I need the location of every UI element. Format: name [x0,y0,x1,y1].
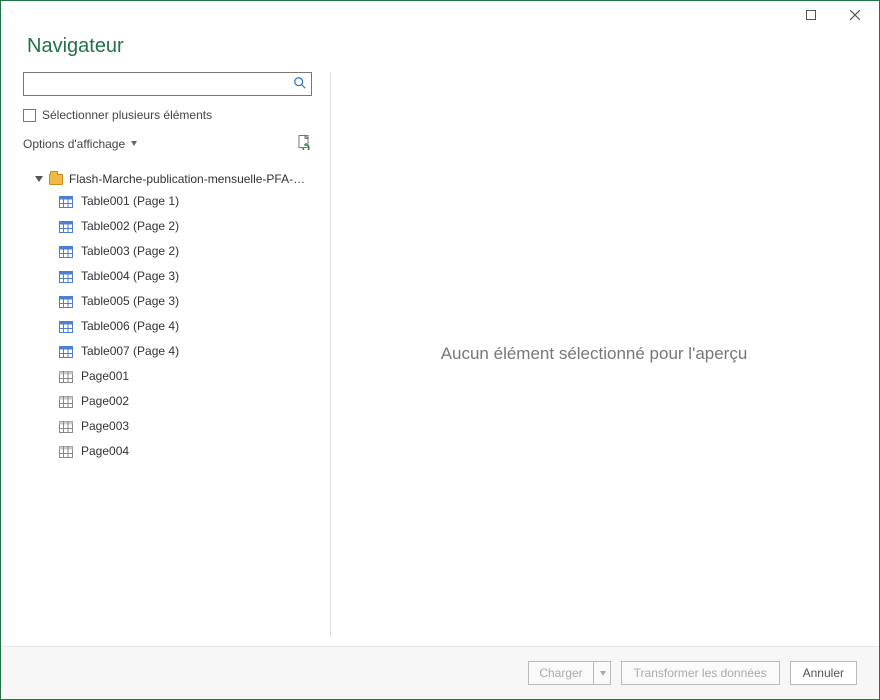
dialog-footer: Charger Transformer les données Annuler [1,646,879,699]
page-table-icon [59,396,73,408]
tree-item-label: Table006 (Page 4) [81,318,179,335]
refresh-button[interactable] [296,134,312,153]
search-icon[interactable] [293,76,307,93]
maximize-icon [806,10,816,20]
table-icon [59,271,73,283]
tree-item[interactable]: Table007 (Page 4) [23,339,312,364]
tree-item-label: Page004 [81,443,129,460]
load-button-main[interactable]: Charger [528,661,592,685]
close-button[interactable] [833,1,877,29]
multiselect-label: Sélectionner plusieurs éléments [42,108,212,122]
tree-root-label: Flash-Marche-publication-mensuelle-PFA-0… [69,172,309,186]
tree-item[interactable]: Page004 [23,439,312,464]
display-options-dropdown[interactable]: Options d'affichage [23,137,137,151]
tree-children: Table001 (Page 1) Table002 (Page 2) Table0… [23,189,312,464]
navigator-dialog: Navigateur Sélectionner plusieurs élémen… [0,0,880,700]
table-icon [59,221,73,233]
table-icon [59,296,73,308]
tree-item[interactable]: Table003 (Page 2) [23,239,312,264]
display-options-row: Options d'affichage [23,132,312,155]
navigator-tree: Flash-Marche-publication-mensuelle-PFA-0… [23,165,312,626]
display-options-label: Options d'affichage [23,137,125,151]
table-icon [59,246,73,258]
tree-item[interactable]: Page002 [23,389,312,414]
tree-item-label: Table001 (Page 1) [81,193,179,210]
tree-item-label: Table004 (Page 3) [81,268,179,285]
page-table-icon [59,446,73,458]
tree-root[interactable]: Flash-Marche-publication-mensuelle-PFA-0… [23,169,312,189]
dialog-title: Navigateur [1,29,879,72]
maximize-button[interactable] [789,1,833,29]
page-table-icon [59,371,73,383]
load-button-label: Charger [539,666,582,680]
table-icon [59,196,73,208]
load-button[interactable]: Charger [528,661,610,685]
tree-item-label: Table003 (Page 2) [81,243,179,260]
tree-item-label: Page003 [81,418,129,435]
cancel-button-label: Annuler [803,666,844,680]
tree-item[interactable]: Table001 (Page 1) [23,189,312,214]
tree-item[interactable]: Table004 (Page 3) [23,264,312,289]
chevron-down-icon [600,671,606,676]
cancel-button[interactable]: Annuler [790,661,857,685]
load-button-dropdown[interactable] [593,661,611,685]
preview-empty-message: Aucun élément sélectionné pour l'aperçu [441,344,748,364]
tree-item-label: Table002 (Page 2) [81,218,179,235]
tree-item[interactable]: Page001 [23,364,312,389]
search-input[interactable] [23,72,312,96]
tree-item-label: Page001 [81,368,129,385]
navigator-panel: Sélectionner plusieurs éléments Options … [23,72,331,636]
multiselect-checkbox[interactable] [23,109,36,122]
dialog-body: Sélectionner plusieurs éléments Options … [1,72,879,646]
folder-icon [49,174,63,185]
transform-button-label: Transformer les données [634,666,767,680]
tree-item[interactable]: Table002 (Page 2) [23,214,312,239]
expander-icon[interactable] [35,176,43,182]
tree-item-label: Table007 (Page 4) [81,343,179,360]
transform-button[interactable]: Transformer les données [621,661,780,685]
close-icon [850,10,860,20]
page-table-icon [59,421,73,433]
table-icon [59,321,73,333]
preview-panel: Aucun élément sélectionné pour l'aperçu [331,72,857,636]
tree-item[interactable]: Page003 [23,414,312,439]
search-wrap [23,72,312,96]
tree-item-label: Page002 [81,393,129,410]
table-icon [59,346,73,358]
titlebar [1,1,879,29]
tree-item[interactable]: Table005 (Page 3) [23,289,312,314]
tree-item[interactable]: Table006 (Page 4) [23,314,312,339]
multiselect-row[interactable]: Sélectionner plusieurs éléments [23,106,312,124]
chevron-down-icon [131,141,137,146]
tree-item-label: Table005 (Page 3) [81,293,179,310]
